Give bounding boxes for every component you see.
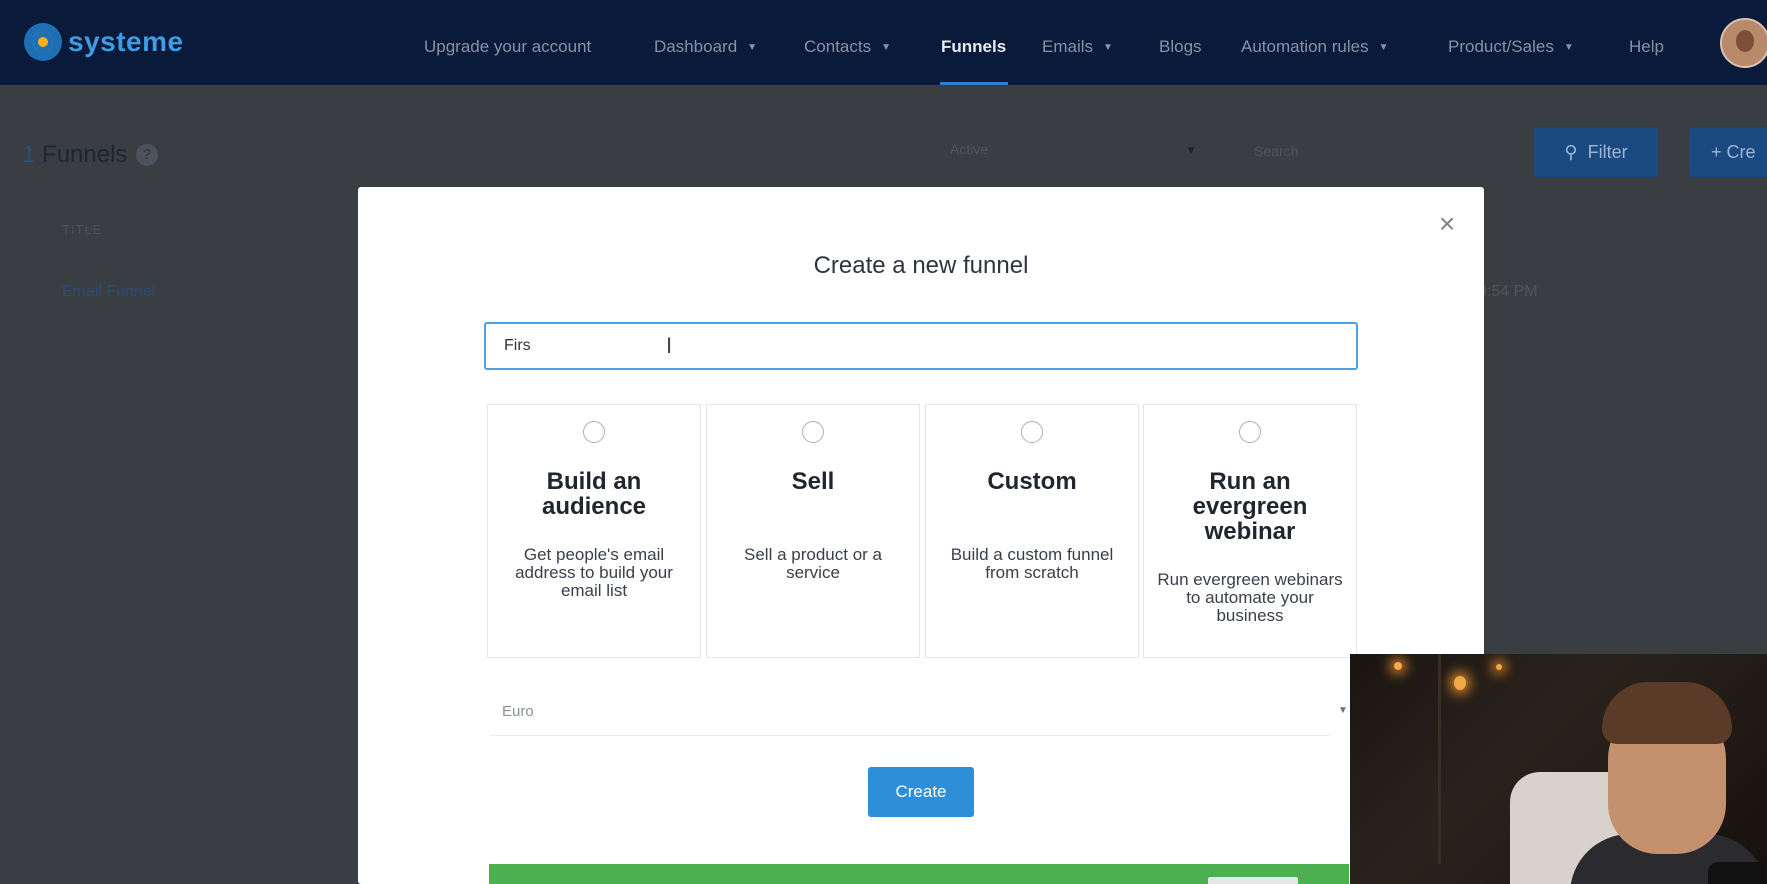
create-button[interactable]: Create [868,767,974,817]
radio-build-audience[interactable] [583,421,605,443]
nav-upgrade[interactable]: Upgrade your account [424,37,591,57]
user-avatar[interactable] [1720,18,1767,68]
nav-product-sales-label: Product/Sales [1448,37,1554,56]
nav-dashboard[interactable]: Dashboard ▼ [654,37,757,57]
lamp-pole [1438,654,1441,864]
chevron-down-icon: ▼ [1185,143,1197,157]
nav-blogs-label: Blogs [1159,37,1202,56]
nav-emails-label: Emails [1042,37,1094,56]
option-description: Build a custom funnel from scratch [950,545,1114,582]
notification-button[interactable] [1208,877,1298,884]
option-title: Sell [791,468,835,495]
chevron-down-icon: ▼ [881,41,891,53]
chevron-down-icon: ▼ [1378,41,1389,53]
search-input[interactable]: Search [1254,143,1298,159]
nav-blogs[interactable]: Blogs [1159,37,1202,57]
nav-automation-rules[interactable]: Automation rules ▼ [1241,37,1388,57]
nav-funnels-label: Funnels [941,37,1007,56]
option-evergreen-webinar[interactable]: Run an evergreen webinar Run evergreen w… [1143,404,1357,658]
light-bulb [1394,662,1402,670]
page-title: 1 Funnels [22,141,127,169]
chevron-down-icon: ▼ [1338,705,1348,716]
option-custom[interactable]: Custom Build a custom funnel from scratc… [925,404,1139,658]
light-bulb [1496,664,1502,670]
help-icon[interactable]: ? [136,144,158,166]
funnel-time: 9:54 PM [1478,283,1538,300]
text-cursor-icon: I [666,333,673,358]
radio-evergreen-webinar[interactable] [1239,421,1261,443]
nav-product-sales[interactable]: Product/Sales ▼ [1448,37,1574,57]
nav-help-label: Help [1629,37,1664,56]
filter-button[interactable]: ⚲ Filter [1534,127,1658,177]
nav-automation-label: Automation rules [1241,37,1369,56]
search-icon: ⚲ [1564,141,1578,162]
option-description: Sell a product or a service [744,545,882,582]
radio-custom[interactable] [1021,421,1043,443]
option-title: Custom [987,468,1077,495]
chevron-down-icon: ▼ [1563,41,1574,53]
webcam-overlay [1350,654,1767,884]
nav-contacts[interactable]: Contacts ▼ [804,37,891,57]
funnel-link[interactable]: Email Funnel [62,283,155,301]
radio-sell[interactable] [802,421,824,443]
modal-title: Create a new funnel [813,252,1029,279]
option-sell[interactable]: Sell Sell a product or a service [706,404,920,658]
systeme-logo[interactable]: systeme [24,22,184,62]
nav-funnels[interactable]: Funnels [941,37,1006,57]
funnel-name-input[interactable] [484,322,1358,370]
active-tab-indicator [940,82,1008,85]
option-description: Get people's email address to build your… [515,545,673,600]
column-header-title: TITLE [62,222,103,237]
logo-text: systeme [68,26,184,57]
nav-contacts-label: Contacts [804,37,872,56]
nav-upgrade-label: Upgrade your account [424,37,592,56]
status-filter-select[interactable]: Active [950,141,1200,157]
currency-select[interactable]: Euro [502,703,534,720]
top-navbar: systeme Upgrade your account Dashboard ▼… [0,0,1767,85]
filter-label: Filter [1587,141,1628,162]
nav-emails[interactable]: Emails ▼ [1042,37,1113,57]
microphone [1708,862,1766,884]
light-bulb [1454,676,1466,690]
currency-divider [490,735,1330,736]
person-hair [1602,682,1732,744]
create-funnel-button[interactable]: + Cre [1689,127,1767,177]
option-build-audience[interactable]: Build an audience Get people's email add… [487,404,701,658]
option-title: Build an audience [541,468,647,520]
option-title: Run an evergreen webinar [1192,468,1308,545]
nav-dashboard-label: Dashboard [654,37,738,56]
chevron-down-icon: ▼ [1103,41,1113,53]
nav-help[interactable]: Help [1629,37,1664,57]
funnel-count: 1 [22,141,36,168]
page-title-text: Funnels [42,141,128,168]
option-description: Run evergreen webinars to automate your … [1157,570,1343,625]
chevron-down-icon: ▼ [747,41,758,53]
close-icon[interactable]: × [1433,210,1461,238]
logo-mark-icon [24,23,62,61]
